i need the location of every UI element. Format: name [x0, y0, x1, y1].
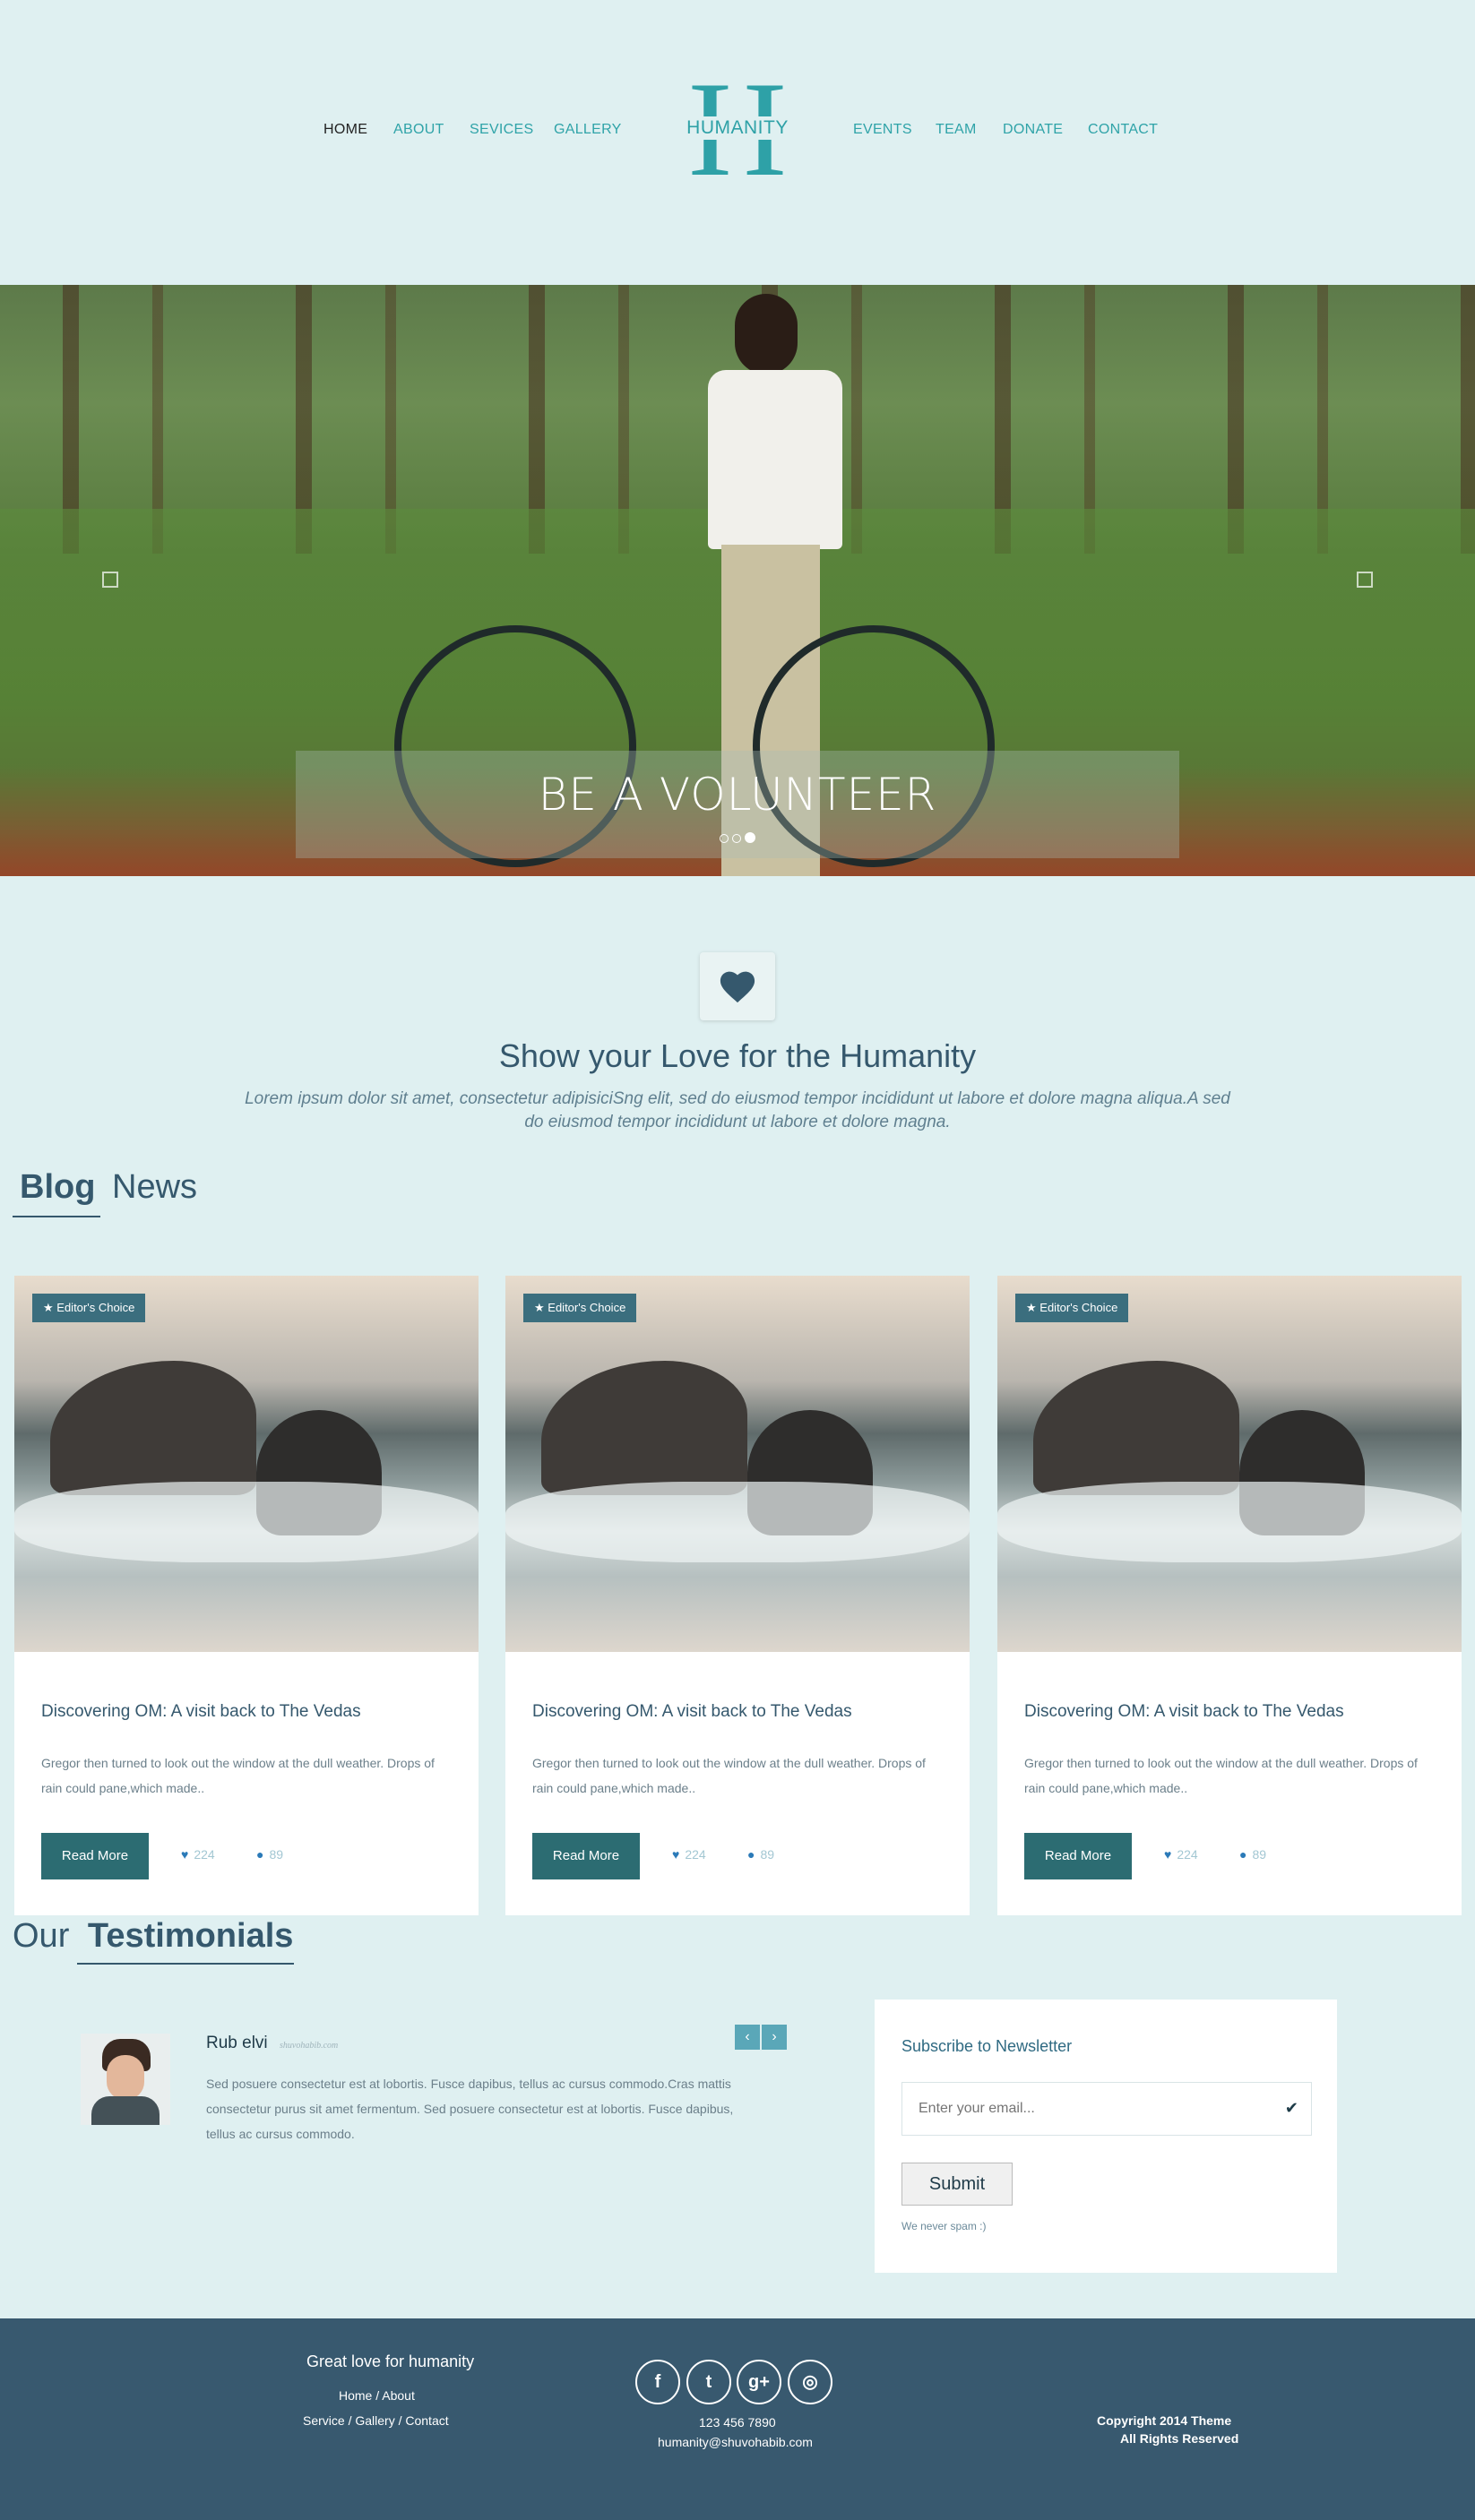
heart-icon-box	[700, 952, 775, 1020]
submit-button[interactable]: Submit	[901, 2163, 1013, 2206]
hero-caption-text: BE A VOLUNTEER	[538, 769, 937, 821]
blog-heading-rest: News	[112, 1168, 198, 1206]
comments-count[interactable]: ● 89	[256, 1847, 283, 1862]
love-text: Lorem ipsum dolor sit amet, consectetur …	[245, 1089, 1230, 1131]
slider-dot-active[interactable]	[745, 832, 755, 843]
email-input[interactable]	[902, 2083, 1261, 2135]
google-plus-icon[interactable]: g+	[737, 2360, 781, 2404]
instagram-icon[interactable]: ◎	[788, 2360, 832, 2404]
editors-choice-badge: ★ Editor's Choice	[523, 1294, 637, 1322]
blog-card-text: Gregor then turned to look out the windo…	[41, 1756, 435, 1795]
testimonials-heading: Our Testimonials	[13, 1917, 293, 1956]
testimonial-next-button[interactable]: ›	[762, 2025, 787, 2050]
top-navigation: HOME ABOUT SEVICES GALLERY H HUMANITY EV…	[0, 0, 1475, 285]
testimonial-prev-button[interactable]: ‹	[735, 2025, 760, 2050]
blog-card-text: Gregor then turned to look out the windo…	[1024, 1756, 1418, 1795]
nav-contact[interactable]: CONTACT	[1088, 122, 1158, 138]
editors-choice-badge: ★ Editor's Choice	[32, 1294, 146, 1322]
footer-links-1[interactable]: Home / About	[339, 2388, 415, 2403]
blog-card-image[interactable]	[14, 1276, 479, 1652]
comment-icon: ●	[747, 1847, 755, 1862]
blog-card-title[interactable]: Discovering OM: A visit back to The Veda…	[532, 1702, 852, 1722]
copyright-line-1: Copyright 2014 Theme	[1097, 2413, 1232, 2428]
testimonials-heading-bold: Testimonials	[87, 1917, 294, 1955]
love-title: Show your Love for the Humanity	[498, 1037, 977, 1074]
slider-dots	[296, 831, 1179, 847]
slider-next-arrow[interactable]	[1357, 572, 1373, 588]
blog-card: ★ Editor's Choice Discovering OM: A visi…	[997, 1276, 1462, 1915]
heart-icon: ♥	[672, 1847, 680, 1862]
blog-card-image[interactable]	[505, 1276, 970, 1652]
testimonials-heading-rest: Our	[13, 1917, 70, 1955]
nav-services[interactable]: SEVICES	[470, 122, 533, 138]
heart-icon	[720, 971, 755, 1003]
checkmark-icon[interactable]: ✔	[1285, 2099, 1298, 2118]
blog-card: ★ Editor's Choice Discovering OM: A visi…	[505, 1276, 970, 1915]
blog-heading-underline	[13, 1216, 100, 1217]
testimonials-heading-underline	[77, 1963, 294, 1965]
comments-count[interactable]: ● 89	[1239, 1847, 1266, 1862]
read-more-button[interactable]: Read More	[532, 1833, 640, 1879]
hero-caption: BE A VOLUNTEER	[296, 751, 1179, 858]
footer-phone: 123 456 7890	[699, 2415, 776, 2430]
likes-count[interactable]: ♥ 224	[1164, 1847, 1198, 1862]
twitter-icon[interactable]: t	[686, 2360, 731, 2404]
copyright-line-2: All Rights Reserved	[1120, 2431, 1239, 2446]
testimonial-name: Rub elvi	[206, 2034, 268, 2052]
footer-tagline: Great love for humanity	[306, 2352, 475, 2370]
no-spam-note: We never spam :)	[901, 2220, 987, 2232]
nav-gallery[interactable]: GALLERY	[554, 122, 622, 138]
newsletter-title: Subscribe to Newsletter	[901, 2037, 1073, 2055]
blog-card-text: Gregor then turned to look out the windo…	[532, 1756, 926, 1795]
blog-card-title[interactable]: Discovering OM: A visit back to The Veda…	[1024, 1702, 1344, 1722]
blog-card-title[interactable]: Discovering OM: A visit back to The Veda…	[41, 1702, 361, 1722]
heart-icon: ♥	[1164, 1847, 1172, 1862]
nav-events[interactable]: EVENTS	[853, 122, 912, 138]
footer-email[interactable]: humanity@shuvohabib.com	[658, 2435, 813, 2449]
blog-card: ★ Editor's Choice Discovering OM: A visi…	[14, 1276, 479, 1915]
facebook-icon[interactable]: f	[635, 2360, 680, 2404]
editors-choice-badge: ★ Editor's Choice	[1015, 1294, 1129, 1322]
testimonial-avatar	[81, 2034, 170, 2125]
nav-team[interactable]: TEAM	[936, 122, 977, 138]
testimonial-site: shuvohabib.com	[280, 2041, 339, 2051]
read-more-button[interactable]: Read More	[41, 1833, 149, 1879]
nav-donate[interactable]: DONATE	[1003, 122, 1063, 138]
comments-count[interactable]: ● 89	[747, 1847, 774, 1862]
footer: Great love for humanity Home / About Ser…	[0, 2318, 1475, 2520]
slider-dot[interactable]	[720, 834, 729, 843]
comment-icon: ●	[256, 1847, 264, 1862]
nav-about[interactable]: ABOUT	[393, 122, 444, 138]
blog-card-image[interactable]	[997, 1276, 1462, 1652]
read-more-button[interactable]: Read More	[1024, 1833, 1132, 1879]
newsletter-email-field: ✔	[901, 2082, 1312, 2136]
comment-icon: ●	[1239, 1847, 1247, 1862]
logo-word: HUMANITY	[681, 116, 794, 140]
slider-dot[interactable]	[732, 834, 741, 843]
likes-count[interactable]: ♥ 224	[181, 1847, 215, 1862]
likes-count[interactable]: ♥ 224	[672, 1847, 706, 1862]
footer-links-2[interactable]: Service / Gallery / Contact	[303, 2413, 449, 2428]
nav-home[interactable]: HOME	[323, 122, 367, 138]
blog-heading-bold: Blog	[20, 1168, 96, 1206]
newsletter-box: Subscribe to Newsletter ✔ Submit We neve…	[875, 2000, 1337, 2273]
heart-icon: ♥	[181, 1847, 189, 1862]
blog-heading: Blog News	[20, 1168, 197, 1207]
testimonial-text: Sed posuere consectetur est at lobortis.…	[206, 2077, 734, 2141]
site-logo[interactable]: H HUMANITY	[681, 61, 794, 197]
hero-slider: BE A VOLUNTEER	[0, 285, 1475, 876]
slider-prev-arrow[interactable]	[102, 572, 118, 588]
